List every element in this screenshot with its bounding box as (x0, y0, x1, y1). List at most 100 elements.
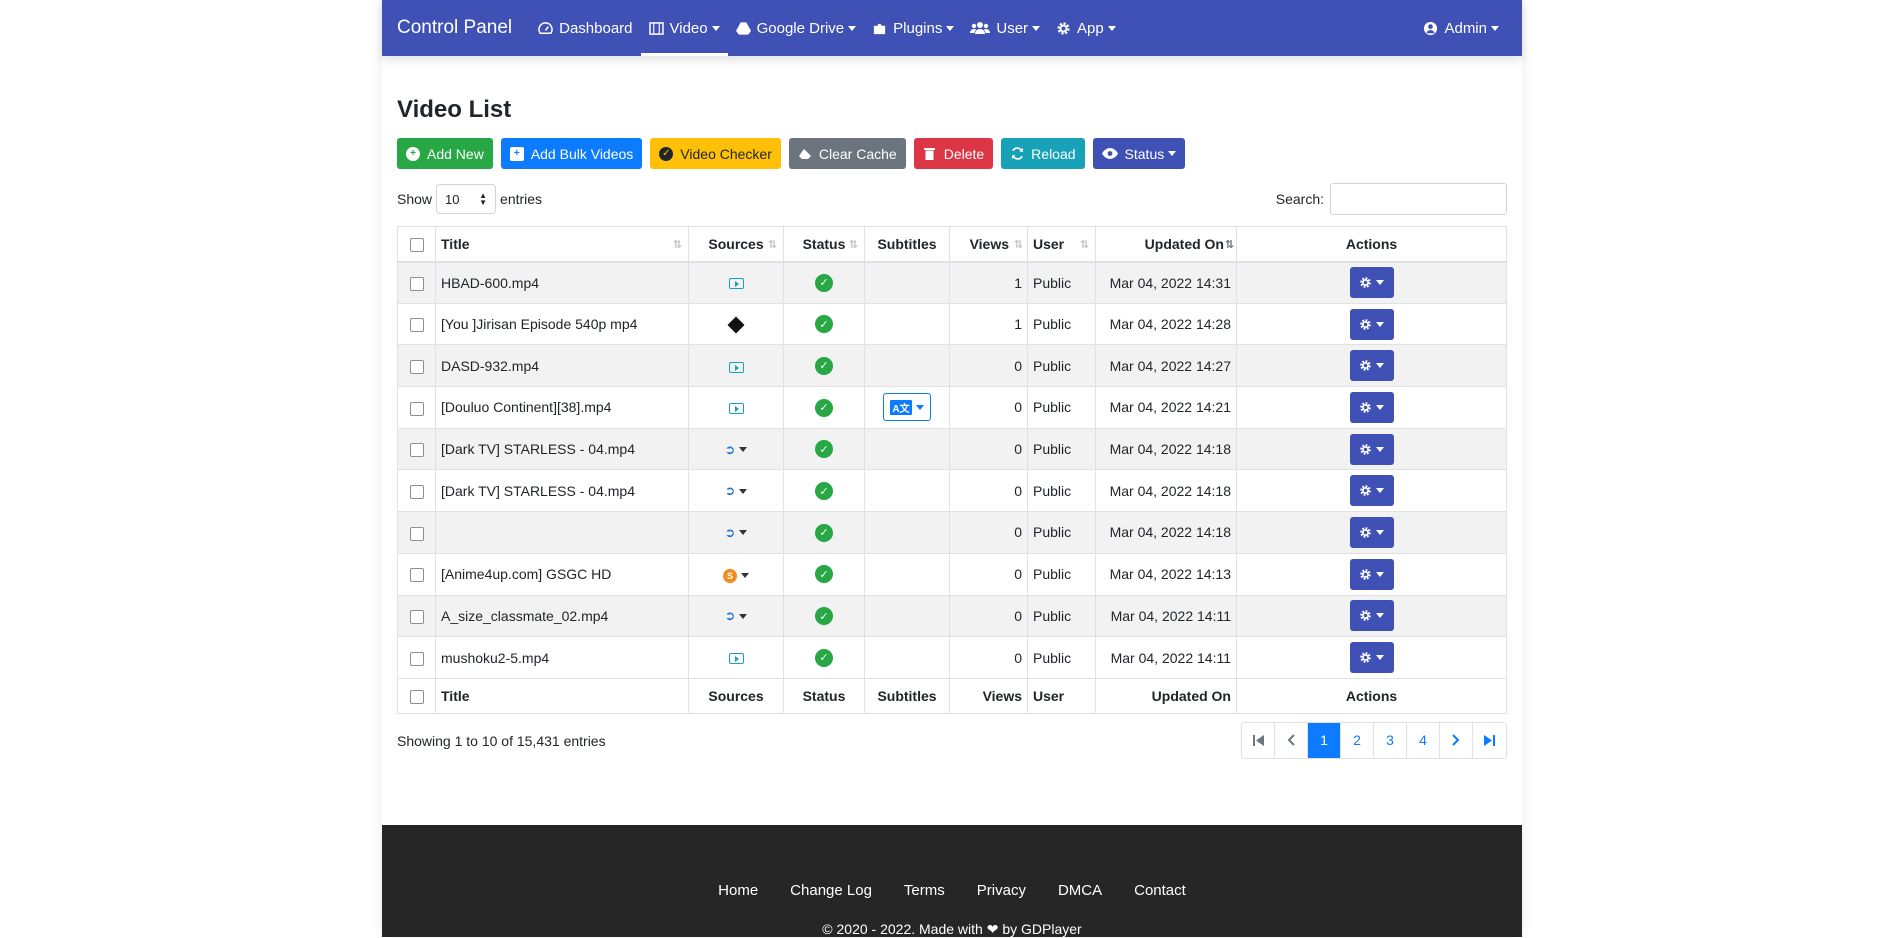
row-actions-button[interactable] (1349, 516, 1394, 548)
header-views[interactable]: Views ⇅ (949, 226, 1028, 263)
nav-dashboard[interactable]: Dashboard (530, 0, 640, 56)
updated-cell: Mar 04, 2022 14:31 (1095, 261, 1237, 304)
gear-icon (1360, 318, 1371, 330)
nav-google-drive[interactable]: Google Drive (728, 0, 865, 56)
row-checkbox[interactable] (409, 359, 424, 374)
search-input[interactable] (1330, 183, 1507, 215)
sources-cell: S (688, 553, 784, 595)
header-status[interactable]: Status ⇅ (783, 226, 865, 263)
page-2-button[interactable]: 2 (1341, 722, 1374, 758)
source-dropdown[interactable]: S (723, 568, 749, 583)
clear-cache-button[interactable]: Clear Cache (788, 138, 906, 169)
video-file-icon[interactable] (728, 653, 744, 665)
row-checkbox[interactable] (409, 568, 424, 583)
views-cell: 0 (949, 595, 1028, 637)
host-icon: ➲ (724, 524, 736, 540)
nav-app[interactable]: App (1048, 0, 1124, 56)
gear-icon (1360, 568, 1371, 580)
nav-plugins[interactable]: Plugins (864, 0, 962, 56)
source-dropdown[interactable]: ➲ (725, 525, 748, 541)
source-dropdown[interactable]: ➲ (725, 442, 748, 458)
footer-link-contact[interactable]: Contact (1134, 882, 1186, 899)
video-file-icon[interactable] (728, 403, 744, 415)
video-file-icon[interactable] (728, 361, 744, 373)
row-checkbox[interactable] (409, 526, 424, 541)
admin-label: Admin (1444, 19, 1487, 37)
row-checkbox[interactable] (409, 276, 424, 291)
footer-user: User (1027, 677, 1096, 714)
gear-icon (1360, 402, 1371, 413)
select-all-checkbox[interactable] (409, 237, 424, 252)
source-dropdown[interactable]: ➲ (725, 608, 748, 624)
table-row: DASD-932.mp4 ✓ 0 Public Mar 04, 2022 14:27 (397, 344, 1507, 387)
video-checker-button[interactable]: ✓ Video Checker (650, 138, 781, 169)
row-actions-button[interactable] (1349, 391, 1394, 423)
footer-link-dmca[interactable]: DMCA (1058, 882, 1102, 899)
nav-video[interactable]: Video (640, 0, 728, 56)
status-dropdown-button[interactable]: Status (1092, 138, 1186, 169)
row-checkbox[interactable] (409, 484, 424, 499)
footer-link-change-log[interactable]: Change Log (790, 882, 872, 899)
add-new-button[interactable]: + Add New (397, 138, 493, 169)
chevron-down-icon (1376, 363, 1384, 369)
chevron-down-icon (741, 573, 749, 579)
row-actions-button[interactable] (1349, 433, 1394, 465)
row-actions-button[interactable] (1349, 308, 1394, 340)
row-checkbox[interactable] (409, 318, 424, 333)
source-dropdown[interactable]: ➲ (725, 483, 748, 499)
user-cell: Public (1027, 303, 1096, 345)
page-4-button[interactable]: 4 (1407, 722, 1440, 758)
row-checkbox[interactable] (409, 609, 424, 624)
header-sources[interactable]: Sources ⇅ (688, 226, 784, 263)
page-3-button[interactable]: 3 (1374, 722, 1407, 758)
last-page-button[interactable] (1473, 723, 1506, 758)
delete-button[interactable]: Delete (913, 138, 994, 169)
row-actions-button[interactable] (1349, 350, 1394, 382)
row-actions-button[interactable] (1349, 267, 1394, 299)
footer-link-terms[interactable]: Terms (904, 882, 945, 899)
eraser-icon (798, 147, 812, 161)
updown-icon: ▲ ▼ (479, 191, 488, 207)
header-title[interactable]: Title ⇅ (435, 226, 689, 263)
views-cell: 1 (949, 261, 1028, 304)
gear-icon (1056, 21, 1071, 36)
brand[interactable]: Control Panel (397, 17, 512, 39)
add-bulk-videos-button[interactable]: + Add Bulk Videos (500, 138, 643, 169)
reload-button[interactable]: Reload (1001, 138, 1085, 169)
user-cell: Public (1027, 261, 1096, 304)
row-actions-button[interactable] (1349, 475, 1394, 507)
nav-user[interactable]: User (962, 0, 1048, 56)
check-circle-icon: ✓ (815, 523, 833, 542)
row-checkbox[interactable] (409, 401, 424, 416)
header-actions-label: Actions (1345, 235, 1398, 252)
host-icon: ➲ (724, 483, 736, 499)
nav-dashboard-label: Dashboard (559, 19, 633, 37)
main-content: Video List + Add New + Add Bulk Videos ✓… (382, 96, 1522, 759)
views-cell: 0 (949, 511, 1028, 554)
row-actions-button[interactable] (1349, 600, 1394, 632)
video-file-icon[interactable] (728, 278, 744, 290)
row-actions-button[interactable] (1349, 642, 1394, 674)
nav-admin-account[interactable]: Admin (1415, 0, 1507, 56)
subtitles-dropdown[interactable]: A文 (883, 393, 931, 422)
add-new-label: Add New (427, 145, 484, 162)
user-cell: Public (1027, 553, 1096, 595)
row-checkbox[interactable] (409, 443, 424, 458)
diamond-source-icon[interactable] (727, 316, 745, 334)
select-all-checkbox-footer[interactable] (409, 690, 424, 705)
header-updated-on[interactable]: Updated On ⇅ (1095, 226, 1237, 263)
next-page-button[interactable] (1440, 722, 1473, 758)
footer-link-privacy[interactable]: Privacy (977, 882, 1026, 899)
sources-cell (688, 344, 784, 387)
footer-link-home[interactable]: Home (718, 882, 758, 899)
page-length-select[interactable]: 10 ▲ ▼ (436, 184, 497, 214)
page-1-button[interactable]: 1 (1308, 722, 1341, 758)
row-select-cell (397, 261, 436, 304)
row-actions-button[interactable] (1349, 558, 1394, 590)
first-page-button[interactable] (1242, 722, 1275, 758)
views-cell: 0 (949, 428, 1028, 470)
header-user[interactable]: User ⇅ (1027, 226, 1096, 263)
actions-cell (1236, 428, 1507, 470)
prev-page-button[interactable] (1275, 722, 1308, 758)
row-checkbox[interactable] (409, 651, 424, 666)
